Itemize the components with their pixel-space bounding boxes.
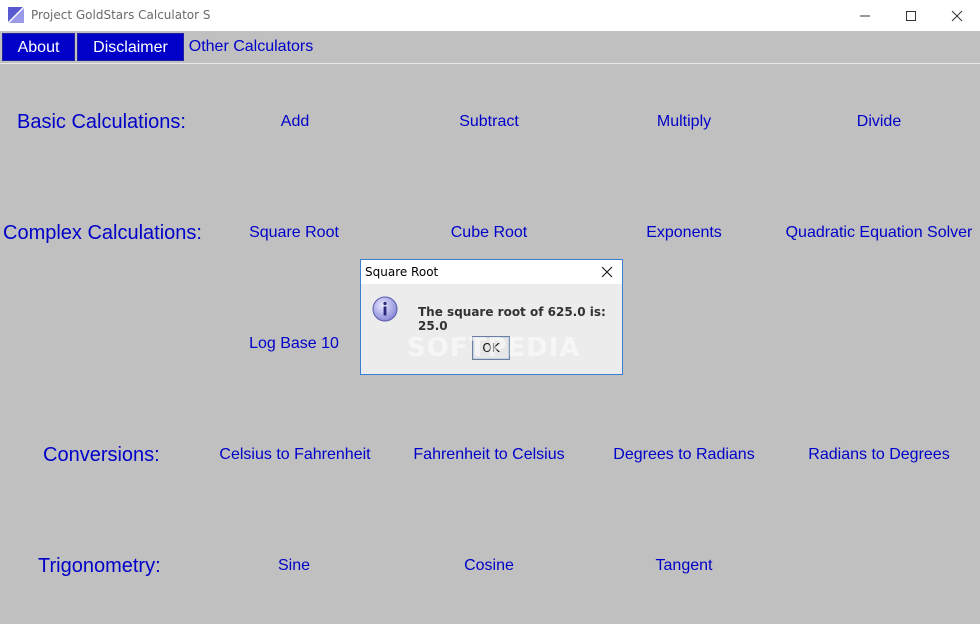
minimize-icon <box>860 15 870 16</box>
radians-to-degrees-button[interactable]: Radians to Degrees <box>808 446 949 464</box>
maximize-button[interactable] <box>888 0 934 31</box>
add-button[interactable]: Add <box>281 113 309 131</box>
menu-disclaimer[interactable]: Disclaimer <box>77 33 184 61</box>
divide-button[interactable]: Divide <box>857 113 901 131</box>
ok-button[interactable]: OK <box>472 336 510 360</box>
conversions-label: Conversions: <box>43 444 160 466</box>
quadratic-equation-solver-button[interactable]: Quadratic Equation Solver <box>786 224 973 242</box>
app-icon <box>8 7 24 23</box>
log-base-10-button[interactable]: Log Base 10 <box>249 335 339 353</box>
tangent-button[interactable]: Tangent <box>656 557 713 575</box>
dialog-close-icon[interactable] <box>598 263 616 281</box>
cube-root-button[interactable]: Cube Root <box>451 224 528 242</box>
celsius-to-fahrenheit-button[interactable]: Celsius to Fahrenheit <box>219 446 370 464</box>
close-icon <box>951 10 963 21</box>
minimize-button[interactable] <box>842 0 888 31</box>
menu-about[interactable]: About <box>2 33 75 61</box>
multiply-button[interactable]: Multiply <box>657 113 711 131</box>
dialog-title: Square Root <box>365 265 439 279</box>
window-title: Project GoldStars Calculator S <box>31 8 211 22</box>
window-titlebar: Project GoldStars Calculator S <box>0 0 980 31</box>
dialog-titlebar: Square Root <box>361 260 622 284</box>
complex-calculations-label: Complex Calculations: <box>3 222 202 244</box>
maximize-icon <box>906 10 916 21</box>
degrees-to-radians-button[interactable]: Degrees to Radians <box>613 446 754 464</box>
exponents-button[interactable]: Exponents <box>646 224 722 242</box>
fahrenheit-to-celsius-button[interactable]: Fahrenheit to Celsius <box>413 446 564 464</box>
info-icon <box>372 296 398 322</box>
menu-bar: About Disclaimer Other Calculators <box>0 31 980 64</box>
square-root-dialog: Square Root The square root of 625.0 is:… <box>360 259 623 375</box>
dialog-message: The square root of 625.0 is: 25.0 <box>418 305 606 333</box>
basic-calculations-label: Basic Calculations: <box>17 111 186 133</box>
subtract-button[interactable]: Subtract <box>459 113 519 131</box>
trigonometry-label: Trigonometry: <box>38 555 161 577</box>
square-root-button[interactable]: Square Root <box>249 224 339 242</box>
close-button[interactable] <box>934 0 980 31</box>
sine-button[interactable]: Sine <box>278 557 310 575</box>
cosine-button[interactable]: Cosine <box>464 557 514 575</box>
menu-other-calculators[interactable]: Other Calculators <box>184 33 318 61</box>
